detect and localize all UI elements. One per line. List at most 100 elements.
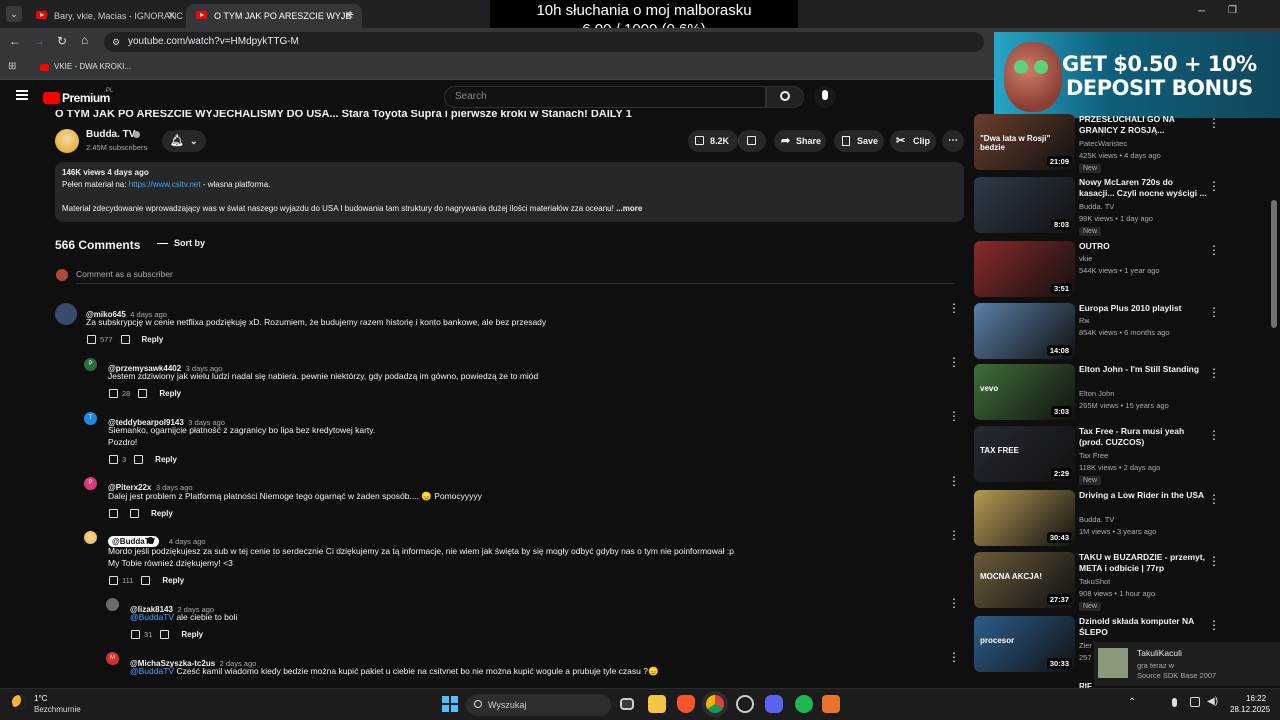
video-channel[interactable]: Elton John — [1079, 389, 1114, 398]
description-link[interactable]: https://www.csitv.net — [129, 180, 201, 189]
video-thumbnail[interactable]: MOCNA AKCJA! 27:37 — [974, 552, 1075, 608]
sidebar-video-item[interactable]: vevo 3:03 Elton John - I'm Still Standing E… — [974, 364, 1230, 422]
file-explorer-icon[interactable] — [648, 695, 666, 713]
close-tab-icon[interactable]: ✕ — [167, 9, 176, 22]
discord-icon[interactable] — [765, 695, 783, 713]
game-activity-notification[interactable]: TakuliKaculi gra teraz w Source SDK Base… — [1094, 642, 1280, 686]
video-menu-icon[interactable]: ⋮ — [1208, 116, 1220, 130]
video-menu-icon[interactable]: ⋮ — [1208, 366, 1220, 380]
dislike-icon[interactable] — [130, 509, 139, 518]
show-more-link[interactable]: ...more — [616, 204, 642, 213]
video-channel[interactable]: Tax Free — [1079, 451, 1108, 460]
reload-icon[interactable]: ↻ — [57, 34, 67, 48]
video-menu-icon[interactable]: ⋮ — [1208, 243, 1220, 257]
video-thumbnail[interactable]: TAX FREE 2:29 — [974, 426, 1075, 482]
minimize-button[interactable]: ─ — [1198, 6, 1205, 17]
dislike-icon[interactable] — [141, 576, 151, 585]
brave-browser-icon[interactable] — [677, 695, 695, 713]
dislike-icon[interactable] — [120, 335, 130, 344]
video-thumbnail[interactable]: 3:51 — [974, 241, 1075, 297]
video-title[interactable]: OUTRO — [1079, 241, 1207, 252]
video-title[interactable]: Dzinold składa komputer NA ŚLEPO — [1079, 616, 1207, 638]
youtube-logo-text[interactable]: Premium — [62, 91, 110, 105]
comment-menu-icon[interactable] — [948, 650, 960, 664]
video-menu-icon[interactable]: ⋮ — [1208, 554, 1220, 568]
browser-tab[interactable]: Bary, vkie, Macias - IGNORANC ✕ — [26, 4, 184, 28]
clip-button[interactable]: ✂ Clip — [890, 130, 936, 152]
task-view-icon[interactable] — [620, 698, 634, 710]
network-icon[interactable] — [1190, 697, 1200, 707]
notification-bell-button[interactable]: 🔔︎ ⌄ — [162, 130, 206, 152]
sidebar-video-item[interactable]: 3:51 OUTRO vkie 544K views • 1 year ago ⋮ — [974, 241, 1230, 299]
video-menu-icon[interactable]: ⋮ — [1208, 179, 1220, 193]
dislike-icon[interactable] — [134, 455, 144, 464]
apps-icon[interactable]: ⊞ — [8, 61, 16, 72]
browser-tab-active[interactable]: O TYM JAK PO ARESZCIE WYJE ✕ — [186, 4, 362, 28]
clock-time[interactable]: 16:22 — [1246, 694, 1266, 703]
chrome-icon[interactable] — [706, 695, 724, 713]
like-icon[interactable] — [109, 576, 118, 585]
channel-avatar[interactable] — [55, 129, 79, 153]
comment-menu-icon[interactable] — [948, 528, 960, 542]
video-title[interactable]: Elton John - I'm Still Standing — [1079, 364, 1207, 375]
video-title[interactable]: Europa Plus 2010 playlist — [1079, 303, 1207, 314]
video-title[interactable]: Nowy McLaren 720s do kasacji... Czyli no… — [1079, 177, 1207, 199]
video-thumbnail[interactable]: vevo 3:03 — [974, 364, 1075, 420]
youtube-logo-icon[interactable] — [43, 92, 60, 104]
search-button[interactable] — [766, 86, 804, 108]
comment-menu-icon[interactable] — [948, 355, 960, 369]
like-button[interactable]: 8.2K — [688, 130, 738, 152]
like-icon[interactable] — [87, 335, 96, 344]
video-thumbnail[interactable]: procesor 30:33 — [974, 616, 1075, 672]
video-thumbnail[interactable]: 14:08 — [974, 303, 1075, 359]
description-box[interactable]: 146K views 4 days ago Pełen materiał na:… — [55, 162, 964, 222]
site-info-icon[interactable]: ⚙ — [112, 32, 120, 52]
video-channel[interactable]: TakuShot — [1079, 577, 1110, 586]
like-icon[interactable] — [109, 389, 118, 398]
app-icon[interactable] — [822, 695, 840, 713]
system-tray-chevron-icon[interactable]: ⌃ — [1128, 697, 1136, 708]
sidebar-scrollbar[interactable] — [1271, 200, 1277, 328]
dislike-icon[interactable] — [160, 630, 170, 639]
tab-search-button[interactable]: ⌄ — [6, 6, 22, 22]
comment-avatar[interactable]: M — [106, 652, 119, 665]
weather-desc[interactable]: Bezchmurnie — [34, 705, 81, 714]
new-tab-button[interactable]: + — [346, 6, 354, 22]
clock-date[interactable]: 28.12.2025 — [1230, 705, 1270, 714]
weather-icon[interactable] — [12, 695, 26, 709]
video-menu-icon[interactable]: ⋮ — [1208, 492, 1220, 506]
video-channel[interactable]: Budda. TV — [1079, 202, 1114, 211]
add-comment-input[interactable]: Comment as a subscriber — [76, 269, 954, 284]
sidebar-video-item[interactable]: 8:03 Nowy McLaren 720s do kasacji... Czyl… — [974, 177, 1230, 236]
comment-avatar[interactable] — [55, 303, 77, 325]
sidebar-video-item[interactable]: 14:08 Europa Plus 2010 playlist Rж 854K vie… — [974, 303, 1230, 361]
reply-button[interactable]: Reply — [155, 455, 177, 464]
like-icon[interactable] — [131, 630, 140, 639]
bookmark-item[interactable]: VKIE - DWA KROKI... — [54, 62, 131, 71]
video-title[interactable]: Tax Free - Rura musi yeah (prod. CUZCOS) — [1079, 426, 1207, 448]
spotify-icon[interactable] — [795, 695, 813, 713]
comment-menu-icon[interactable] — [948, 596, 960, 610]
reply-button[interactable]: Reply — [151, 509, 173, 518]
comment-avatar[interactable]: T — [84, 412, 97, 425]
like-icon[interactable] — [109, 509, 118, 518]
start-button[interactable] — [442, 696, 458, 712]
dislike-icon[interactable] — [138, 389, 148, 398]
comment-menu-icon[interactable] — [948, 409, 960, 423]
video-menu-icon[interactable]: ⋮ — [1208, 305, 1220, 319]
restore-button[interactable]: ❐ — [1228, 5, 1237, 16]
address-bar[interactable]: ⚙ youtube.com/watch?v=HMdpykTTG-M — [104, 32, 984, 52]
share-button[interactable]: ➦ Share — [774, 130, 826, 152]
more-actions-button[interactable]: ⋯ — [942, 130, 964, 152]
video-channel[interactable]: PatecWaristec — [1079, 139, 1127, 148]
comment-mention-link[interactable]: @BuddaTV — [130, 612, 174, 622]
voice-search-button[interactable] — [814, 86, 836, 108]
video-thumbnail[interactable]: "Dwa lata w Rosji" bedzie 21:09 — [974, 114, 1075, 170]
video-thumbnail[interactable]: 8:03 — [974, 177, 1075, 233]
video-title[interactable]: TAKU w BUZARDZIE - przemyt, META i odbic… — [1079, 552, 1207, 574]
video-channel[interactable]: Zier — [1079, 641, 1092, 650]
reply-button[interactable]: Reply — [142, 335, 164, 344]
microphone-icon[interactable] — [1172, 698, 1177, 707]
comment-mention-link[interactable]: @BuddaTV — [130, 666, 174, 676]
like-icon[interactable] — [109, 455, 118, 464]
